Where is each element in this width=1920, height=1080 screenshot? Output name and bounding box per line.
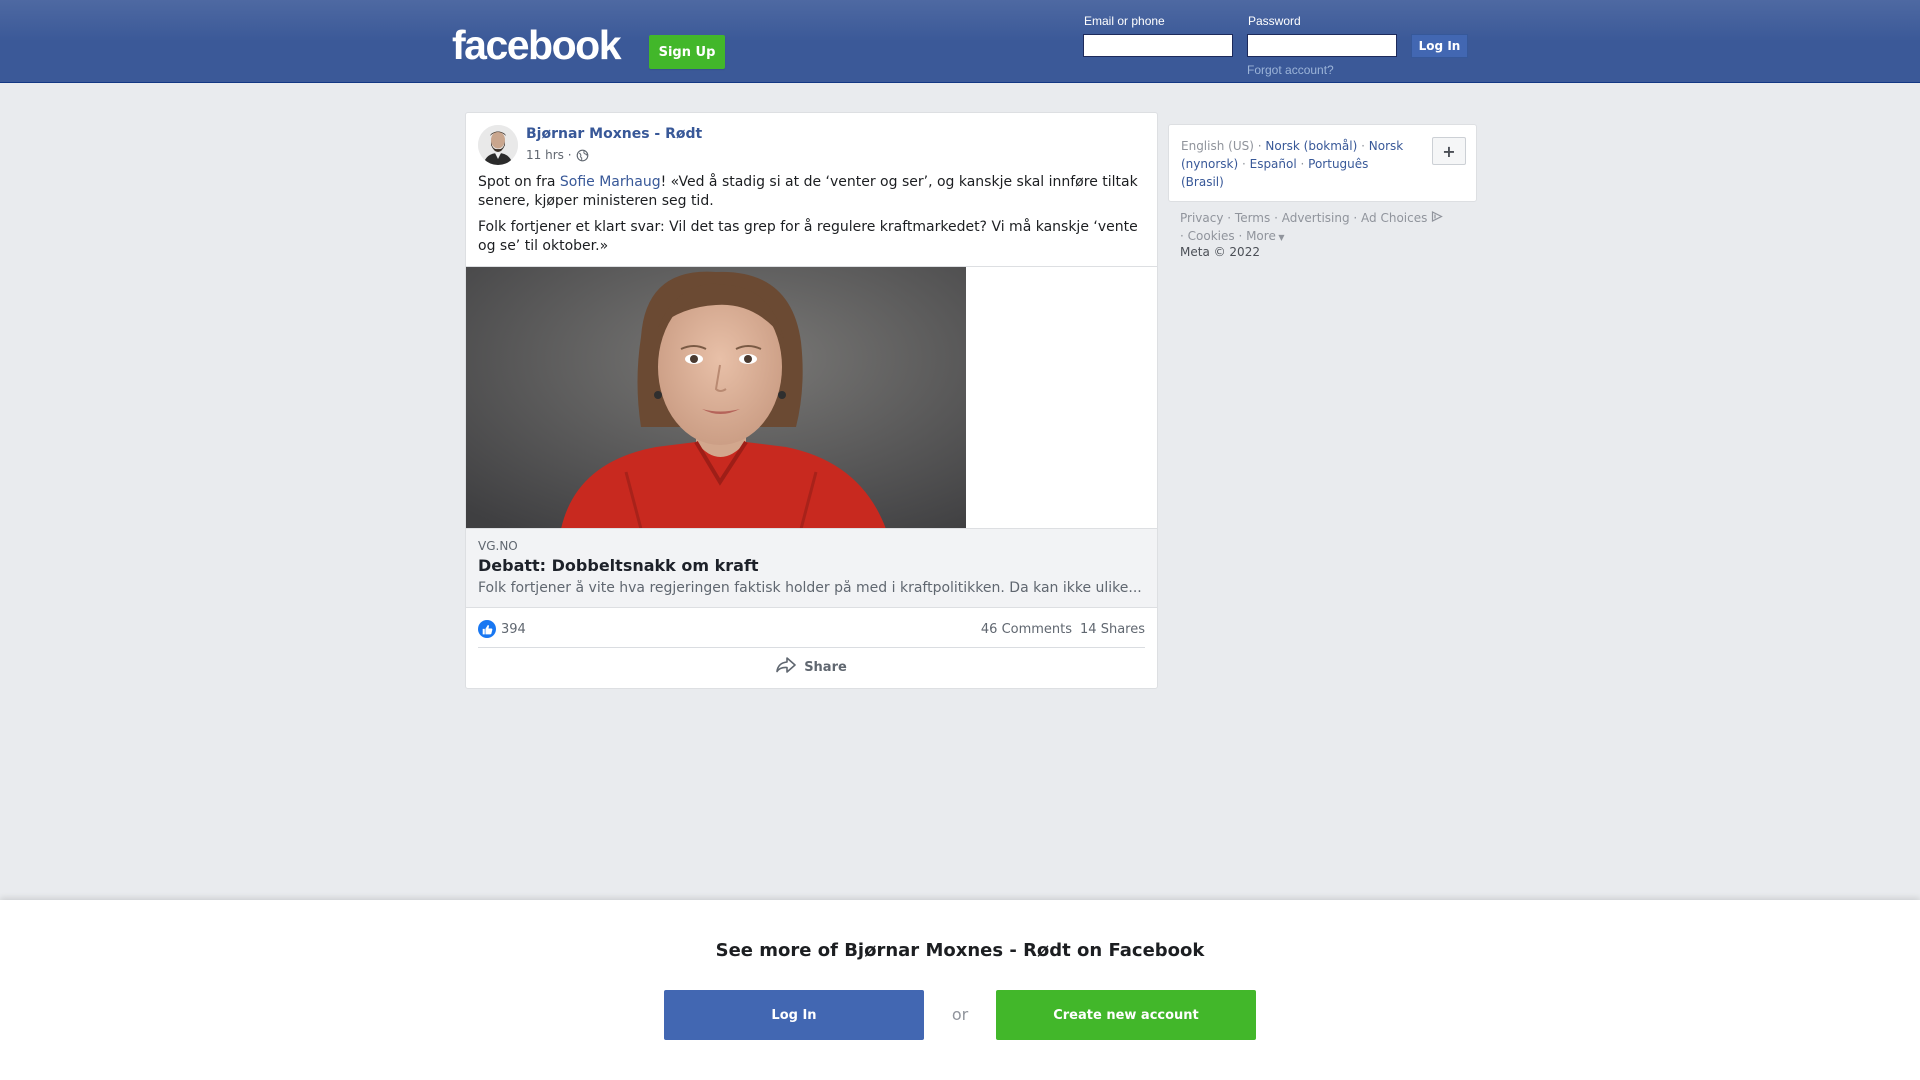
bottom-log-in-button[interactable]: Log In bbox=[664, 990, 924, 1040]
password-label: Password bbox=[1248, 14, 1301, 28]
copyright: Meta © 2022 bbox=[1180, 245, 1260, 259]
or-separator: or bbox=[951, 1005, 969, 1024]
link-preview-box[interactable]: VG.NO Debatt: Dobbeltsnakk om kraft Folk… bbox=[466, 528, 1157, 608]
footer-link-ad-choices[interactable]: Ad Choices bbox=[1361, 211, 1427, 225]
create-account-button[interactable]: Create new account bbox=[996, 990, 1256, 1040]
signup-prompt-title: See more of Bjørnar Moxnes - Rødt on Fac… bbox=[715, 940, 1205, 961]
forgot-account-link[interactable]: Forgot account? bbox=[1247, 63, 1334, 77]
footer-link-terms[interactable]: Terms bbox=[1235, 211, 1270, 225]
language-list: English (US) · Norsk (bokmål) · Norsk (n… bbox=[1181, 139, 1404, 189]
reactions-bar: 394 46 Comments 14 Shares bbox=[478, 618, 1145, 640]
post-meta: 11 hrs · bbox=[526, 148, 589, 162]
more-languages-button[interactable]: + bbox=[1432, 137, 1466, 165]
shares-count[interactable]: 14 Shares bbox=[1080, 622, 1145, 637]
language-option[interactable]: Norsk (bokmål) bbox=[1265, 139, 1357, 153]
share-icon bbox=[776, 657, 796, 677]
post-paragraph-2: Folk fortjener et klart svar: Vil det ta… bbox=[478, 219, 1138, 254]
footer-link-more[interactable]: More bbox=[1246, 229, 1276, 243]
footer-link-cookies[interactable]: Cookies bbox=[1188, 229, 1235, 243]
ad-choices-icon bbox=[1431, 211, 1444, 225]
engagement-counts: 46 Comments 14 Shares bbox=[981, 622, 1145, 637]
post-paragraph: Spot on fra Sofie Marhaug! «Ved å stadig… bbox=[478, 173, 1148, 211]
link-description: Folk fortjener å vite hva regjeringen fa… bbox=[478, 580, 1142, 596]
mention-link[interactable]: Sofie Marhaug bbox=[560, 174, 661, 190]
post-card: Bjørnar Moxnes - Rødt 11 hrs · Spot on f… bbox=[465, 112, 1158, 689]
top-navigation-bar: facebook Sign Up Email or phone Password… bbox=[0, 0, 1920, 83]
action-divider bbox=[478, 647, 1145, 648]
author-avatar[interactable] bbox=[478, 125, 518, 165]
like-count-value: 394 bbox=[501, 621, 526, 637]
globe-icon bbox=[576, 149, 589, 162]
post-author-name[interactable]: Bjørnar Moxnes - Rødt bbox=[526, 126, 702, 142]
language-selector-box: English (US) · Norsk (bokmål) · Norsk (n… bbox=[1168, 124, 1477, 202]
link-preview-image-area[interactable] bbox=[466, 266, 1157, 529]
language-current: English (US) bbox=[1181, 139, 1254, 153]
language-option[interactable]: Español bbox=[1250, 157, 1297, 171]
password-field[interactable] bbox=[1247, 34, 1397, 57]
footer-link-advertising[interactable]: Advertising bbox=[1282, 211, 1350, 225]
post-time[interactable]: 11 hrs · bbox=[526, 148, 572, 162]
post-body: Spot on fra Sofie Marhaug! «Ved å stadig… bbox=[478, 173, 1148, 263]
post-text-part: Spot on fra bbox=[478, 174, 560, 190]
footer-link-privacy[interactable]: Privacy bbox=[1180, 211, 1223, 225]
link-preview-photo[interactable] bbox=[466, 267, 966, 529]
like-icon bbox=[478, 620, 496, 638]
email-label: Email or phone bbox=[1084, 14, 1165, 28]
share-label: Share bbox=[804, 659, 847, 675]
comments-count[interactable]: 46 Comments bbox=[981, 622, 1072, 637]
link-title[interactable]: Debatt: Dobbeltsnakk om kraft bbox=[478, 556, 759, 575]
log-in-button[interactable]: Log In bbox=[1411, 34, 1468, 58]
sign-up-button[interactable]: Sign Up bbox=[649, 35, 725, 69]
share-button[interactable]: Share bbox=[478, 651, 1145, 683]
footer-links: Privacy · Terms · Advertising · Ad Choic… bbox=[1180, 209, 1480, 247]
email-field[interactable] bbox=[1083, 34, 1233, 57]
signup-prompt-overlay: See more of Bjørnar Moxnes - Rødt on Fac… bbox=[0, 900, 1920, 1080]
facebook-logo[interactable]: facebook bbox=[452, 22, 622, 69]
link-domain: VG.NO bbox=[478, 539, 518, 553]
like-count[interactable]: 394 bbox=[478, 620, 526, 638]
more-caret-icon: ▼ bbox=[1275, 233, 1285, 242]
